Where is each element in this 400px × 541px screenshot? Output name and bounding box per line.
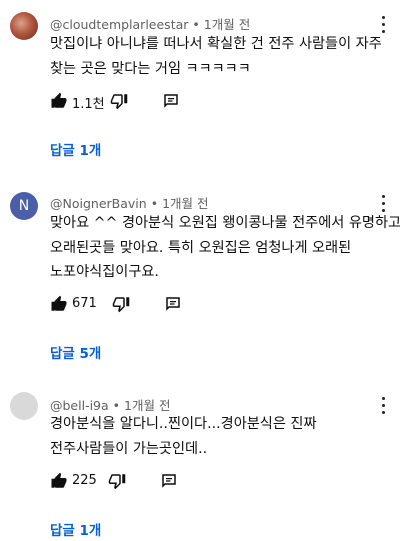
comment-time: 1개월 전 <box>162 196 209 211</box>
like-count: 671 <box>72 296 97 311</box>
comment-text: 맞아요 ^^ 경아분식 오원집 왱이콩나물 전주에서 유명하고 오래된곳들 맞아… <box>50 211 400 285</box>
comment-line: 경아분식을 알다니..찐이다...경아분식은 진짜 <box>50 416 317 432</box>
comment-line: 노포야식집이구요. <box>50 264 159 280</box>
reply-icon[interactable] <box>160 472 178 490</box>
author-name[interactable]: @cloudtemplarleestar <box>50 17 188 32</box>
like-count: 225 <box>72 473 97 488</box>
like-icon[interactable] <box>50 92 68 110</box>
reply-icon[interactable] <box>164 295 182 313</box>
replies-link[interactable]: 답글 1개 <box>50 519 101 539</box>
comment-meta: @cloudtemplarleestar • 1개월 전 <box>50 14 250 33</box>
dislike-icon[interactable] <box>110 92 128 110</box>
more-options-icon[interactable] <box>380 195 386 213</box>
comment-text: 맛집이냐 아니냐를 떠나서 확실한 건 전주 사람들이 자주 찾는 곳은 맞다는… <box>50 32 382 81</box>
avatar-letter: N <box>18 198 30 214</box>
separator-dot: • <box>150 196 159 211</box>
comment-actions: 1.1천 <box>50 92 210 112</box>
comment-line: 찾는 곳은 맞다는 거임 ㅋㅋㅋㅋㅋ <box>50 60 251 77</box>
dislike-icon[interactable] <box>112 295 130 313</box>
like-count: 1.1천 <box>72 97 105 112</box>
reply-icon[interactable] <box>162 92 180 110</box>
comment-line: 맛집이냐 아니냐를 떠나서 확실한 건 전주 사람들이 자주 <box>50 36 382 52</box>
replies-link[interactable]: 답글 1개 <box>50 139 101 159</box>
comment-item: N @NoignerBavin • 1개월 전 맞아요 ^^ 경아분식 오원집 왱이… <box>0 190 400 362</box>
like-icon[interactable] <box>50 295 68 313</box>
comment-actions: 671 <box>50 295 210 315</box>
separator-dot: • <box>112 398 121 413</box>
comment-time: 1개월 전 <box>203 17 251 32</box>
avatar[interactable]: N <box>10 192 38 220</box>
avatar[interactable] <box>10 392 38 420</box>
author-name[interactable]: @bell-i9a <box>50 398 109 413</box>
comment-line: 전주사람들이 가는곳인데.. <box>50 440 208 457</box>
comment-item: @bell-i9a • 1개월 전 경아분식을 알다니..찐이다...경아분식은 진… <box>0 392 400 541</box>
like-icon[interactable] <box>50 472 68 490</box>
more-options-icon[interactable] <box>380 397 386 415</box>
comment-actions: 225 <box>50 472 210 492</box>
dislike-icon[interactable] <box>108 472 126 490</box>
comment-line: 오래된곳들 맞아요. 특히 오원집은 엄청나게 오래된 <box>50 239 352 256</box>
comment-text: 경아분식을 알다니..찐이다...경아분식은 진짜 전주사람들이 가는곳인데.. <box>50 412 380 461</box>
author-name[interactable]: @NoignerBavin <box>50 196 147 211</box>
comment-time: 1개월 전 <box>124 398 171 413</box>
comment-line: 맞아요 ^^ 경아분식 오원집 왱이콩나물 전주에서 유명하고 <box>50 215 400 231</box>
replies-link[interactable]: 답글 5개 <box>50 342 101 362</box>
avatar[interactable] <box>10 12 38 40</box>
separator-dot: • <box>192 17 200 32</box>
more-options-icon[interactable] <box>380 16 386 34</box>
comment-meta: @NoignerBavin • 1개월 전 <box>50 193 209 212</box>
comment-item: @cloudtemplarleestar • 1개월 전 맛집이냐 아니냐를 떠나서… <box>0 10 400 160</box>
